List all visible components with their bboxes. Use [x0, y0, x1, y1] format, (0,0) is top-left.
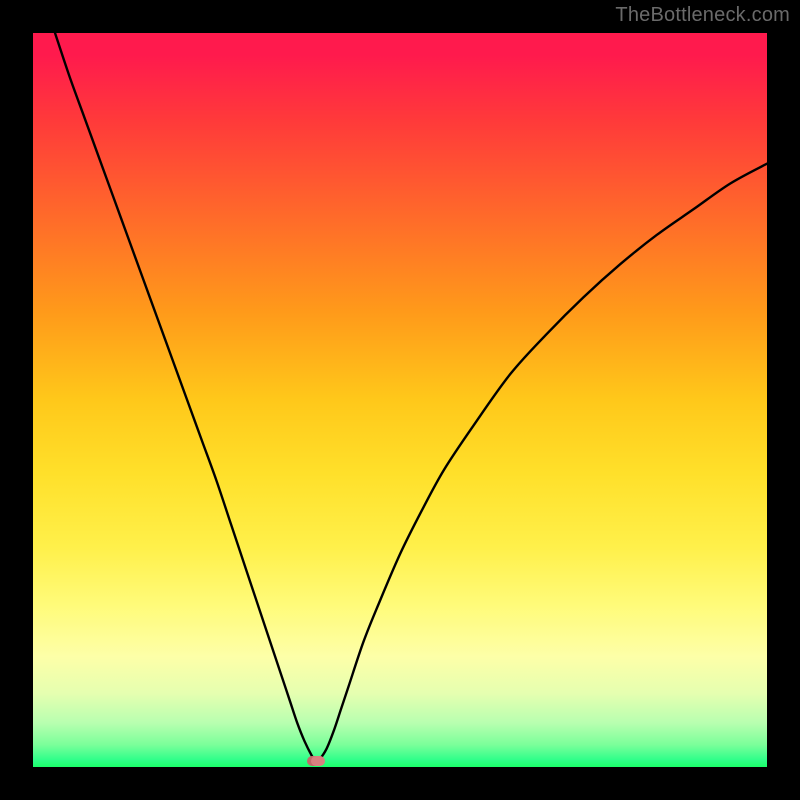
watermark-text: TheBottleneck.com — [615, 4, 790, 27]
bottleneck-curve — [55, 33, 767, 761]
chart-frame: TheBottleneck.com — [0, 0, 800, 800]
curve-svg — [33, 33, 767, 767]
plot-area — [33, 33, 767, 767]
min-marker — [311, 756, 325, 766]
